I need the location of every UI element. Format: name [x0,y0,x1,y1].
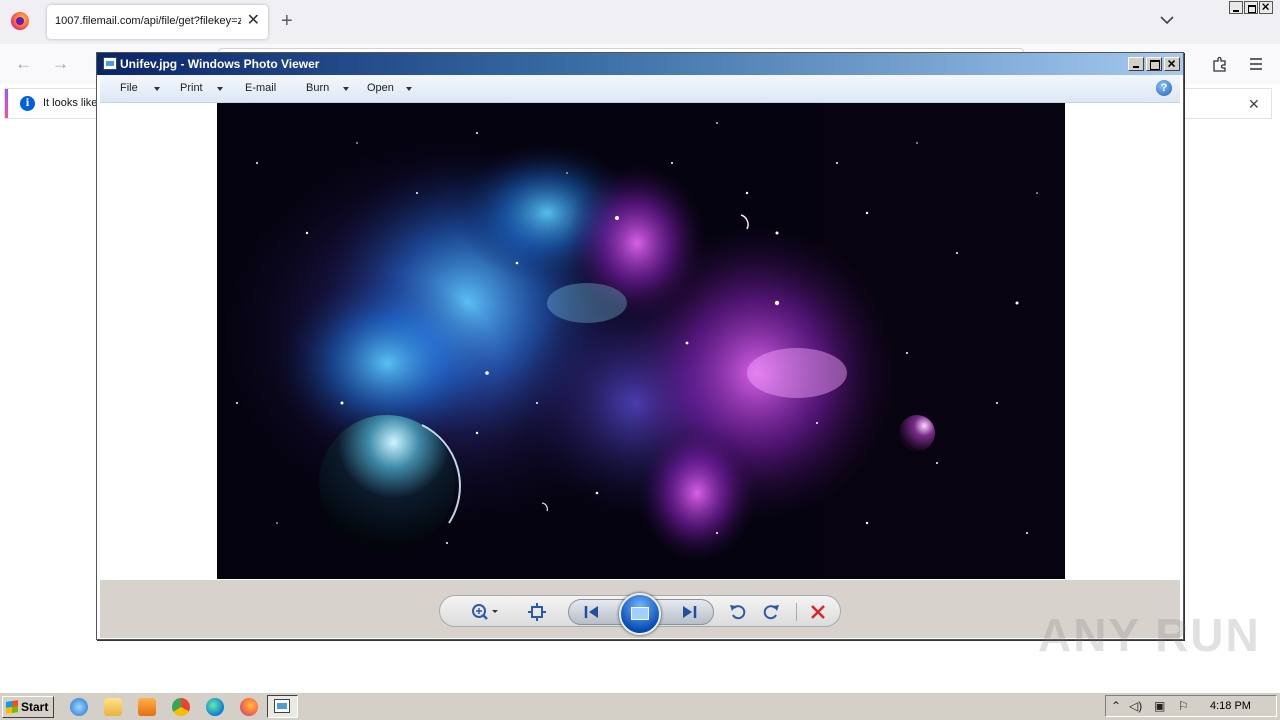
start-button[interactable]: Start [2,696,54,718]
media-player-icon[interactable] [138,698,156,716]
menu-icon[interactable] [1248,56,1264,72]
menu-print-arrow-icon[interactable] [217,87,223,91]
browser-window-buttons [1229,1,1273,16]
photo-viewer-icon [274,699,290,713]
notification-text: It looks like [43,97,98,109]
new-tab-button[interactable]: + [281,9,293,33]
windows-flag-icon [6,700,18,714]
folder-icon[interactable] [104,698,122,716]
tab-close-icon[interactable]: ✕ [247,11,260,31]
photo-viewer-window: Unifev.jpg - Windows Photo Viewer File P… [96,52,1184,640]
viewer-window-buttons [1128,57,1180,71]
browser-minimize-button[interactable] [1229,1,1243,14]
menu-file-arrow-icon[interactable] [154,87,160,91]
viewer-minimize-button[interactable] [1128,57,1144,71]
forward-icon[interactable]: → [52,54,69,74]
photo-viewer-titlebar[interactable]: Unifev.jpg - Windows Photo Viewer [97,53,1183,75]
notification-close-icon[interactable]: ✕ [1248,96,1260,113]
show-hidden-icon[interactable]: ⌃ [1111,699,1121,713]
volume-icon[interactable]: ◁) [1129,699,1142,713]
menu-burn[interactable]: Burn [306,82,329,94]
photo-viewer-menubar: File Print E-mail Burn Open ? [100,75,1180,103]
help-icon[interactable]: ? [1156,80,1172,96]
controls-separator [796,603,797,621]
rotate-clockwise-icon[interactable] [761,602,781,622]
menu-burn-arrow-icon[interactable] [343,87,349,91]
menu-file[interactable]: File [120,82,138,94]
browser-tab[interactable]: 1007.filemail.com/api/file/get?filekey=z… [47,5,268,39]
firefox-icon[interactable] [240,698,258,716]
viewer-maximize-button[interactable] [1146,57,1162,71]
menu-open-arrow-icon[interactable] [406,87,412,91]
slideshow-button[interactable] [619,593,661,635]
back-icon[interactable]: ← [15,54,32,74]
zoom-icon[interactable] [470,602,500,622]
viewer-close-button[interactable] [1164,57,1180,71]
photo-viewer-controls-bar [100,580,1180,638]
notification-accent [5,89,8,118]
photo-viewer-app-icon [103,57,117,70]
menu-print[interactable]: Print [180,82,203,94]
next-icon[interactable] [680,603,698,621]
taskbar: Start ⌃ ◁) ▣ ⚐ 4:18 PM [0,692,1280,720]
menu-email[interactable]: E-mail [245,82,276,94]
delete-icon[interactable] [809,603,827,621]
internet-explorer-icon[interactable] [70,698,88,716]
info-icon: i [20,96,35,111]
tab-title: 1007.filemail.com/api/file/get?filekey=z [55,15,241,27]
menu-open[interactable]: Open [367,82,394,94]
browser-restore-button[interactable] [1244,1,1258,14]
system-tray: ⌃ ◁) ▣ ⚐ 4:18 PM [1105,695,1277,717]
space-nebula-image [217,103,1065,579]
clock[interactable]: 4:18 PM [1210,700,1251,712]
actual-size-icon[interactable] [527,602,547,622]
rotate-counterclockwise-icon[interactable] [728,602,748,622]
controls-pill [439,593,841,635]
window-title: Unifev.jpg - Windows Photo Viewer [120,57,320,71]
photo-viewer-taskbar-button[interactable] [267,695,298,718]
tab-list-chevron-icon[interactable] [1157,8,1177,32]
edge-icon[interactable] [206,698,224,716]
image-canvas [100,103,1180,580]
start-label: Start [21,700,49,714]
extensions-icon[interactable] [1211,55,1229,73]
firefox-logo-icon[interactable] [11,12,29,30]
watermark-logo: ANY RUN [1038,608,1261,662]
chrome-icon[interactable] [172,698,190,716]
network-icon[interactable]: ▣ [1154,699,1165,713]
slideshow-icon [631,607,649,620]
previous-icon[interactable] [583,603,601,621]
browser-tab-bar: 1007.filemail.com/api/file/get?filekey=z… [0,0,1280,44]
browser-close-button[interactable] [1259,1,1273,14]
watermark-text: ANY RUN [1038,609,1261,661]
flag-icon[interactable]: ⚐ [1178,699,1189,713]
